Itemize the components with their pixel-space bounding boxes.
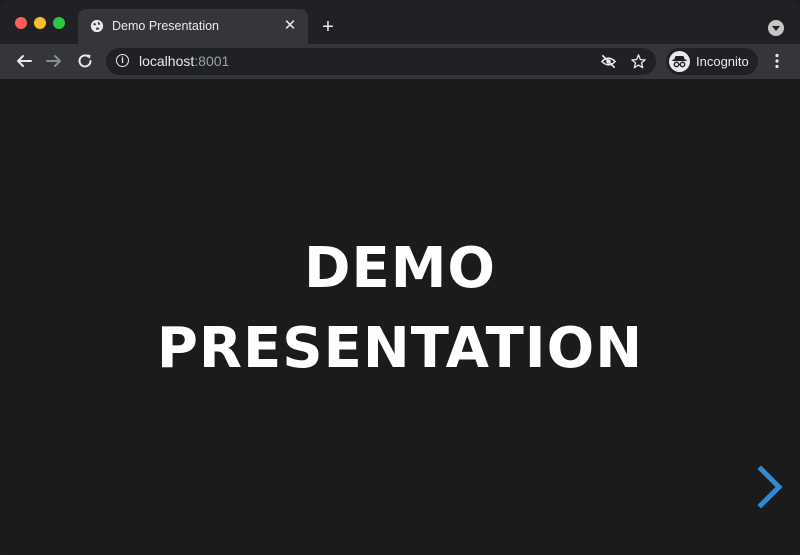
eye-off-icon[interactable] (600, 53, 617, 70)
bookmark-star-icon[interactable] (630, 53, 647, 70)
tab-strip: Demo Presentation ✕ + (0, 0, 800, 44)
forward-icon[interactable] (45, 52, 63, 70)
site-info-icon[interactable]: i (116, 54, 129, 67)
tab-title: Demo Presentation (112, 19, 220, 33)
next-slide-arrow-icon[interactable] (752, 464, 786, 510)
toolbar: i localhost:8001 Incognito (0, 44, 800, 79)
incognito-icon (669, 51, 690, 72)
url-host: localhost (139, 53, 195, 69)
url-port: :8001 (194, 53, 230, 69)
slide-area: DEMO PRESENTATION (0, 79, 800, 555)
globe-icon (90, 19, 104, 33)
slide-title-line-2: PRESENTATION (156, 316, 644, 381)
slide-title: DEMO PRESENTATION (0, 229, 800, 389)
slide-title-line-1: DEMO (303, 236, 497, 301)
browser-window: Demo Presentation ✕ + i localhost:8001 I… (0, 0, 800, 555)
tab-demo-presentation[interactable]: Demo Presentation ✕ (78, 9, 308, 44)
address-bar[interactable]: i localhost:8001 (106, 48, 656, 75)
more-menu-icon[interactable] (772, 52, 782, 70)
incognito-label: Incognito (696, 54, 749, 69)
minimize-window-button[interactable] (34, 17, 46, 29)
tab-close-icon[interactable]: ✕ (282, 18, 298, 34)
reload-icon[interactable] (76, 52, 94, 70)
close-window-button[interactable] (15, 17, 27, 29)
back-icon[interactable] (15, 52, 33, 70)
zoom-window-button[interactable] (53, 17, 65, 29)
tab-search-icon[interactable] (768, 20, 784, 36)
url-text: localhost:8001 (139, 53, 229, 69)
new-tab-button[interactable]: + (318, 17, 338, 37)
incognito-profile-button[interactable]: Incognito (666, 48, 758, 75)
